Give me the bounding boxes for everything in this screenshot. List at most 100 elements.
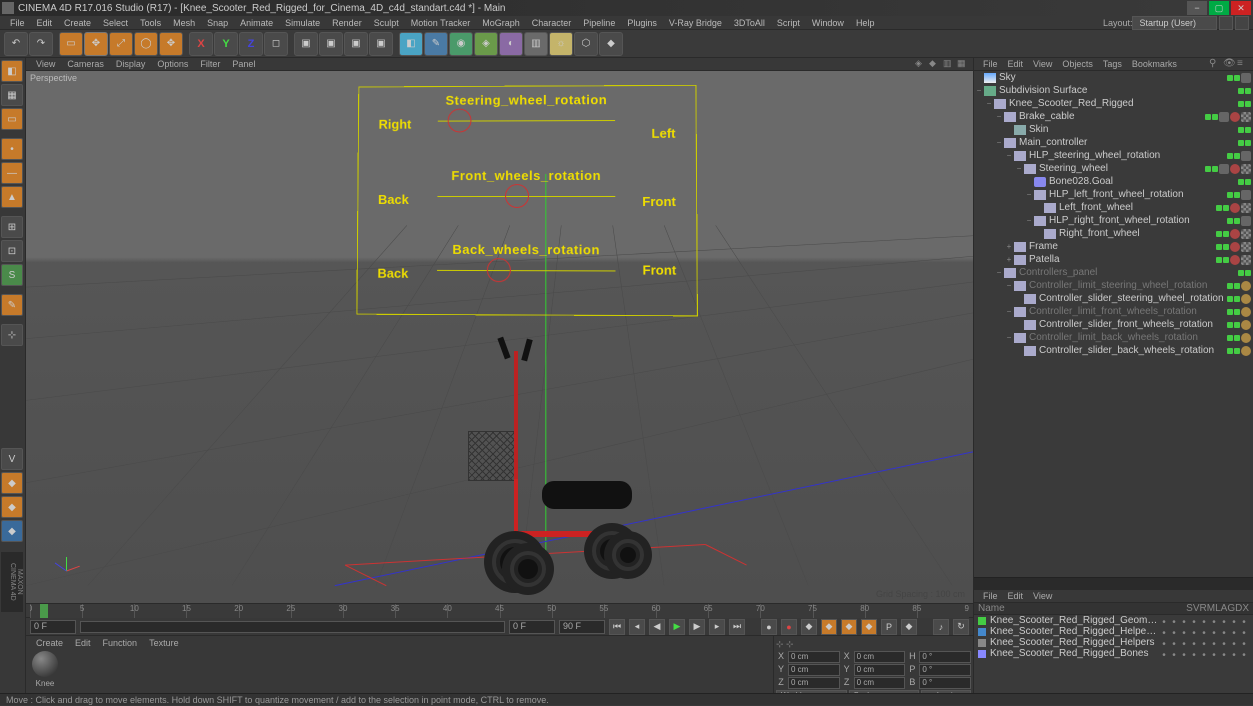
rotate-tool[interactable]: ◯ xyxy=(134,32,158,56)
scene-button[interactable]: ⬡ xyxy=(574,32,598,56)
layer-toggle-icon[interactable]: • xyxy=(1219,617,1229,625)
layer-toggle-icon[interactable]: • xyxy=(1179,650,1189,658)
matmenu-create[interactable]: Create xyxy=(30,638,69,648)
visibility-dot[interactable] xyxy=(1238,101,1244,107)
play-button[interactable]: ▶ xyxy=(669,619,685,635)
layer-toggle-icon[interactable]: • xyxy=(1229,650,1239,658)
layer-toggle-icon[interactable]: • xyxy=(1209,639,1219,647)
obj-node-knee-scooter-red-rigged[interactable]: −Knee_Scooter_Red_Rigged xyxy=(974,97,1253,110)
visibility-dot[interactable] xyxy=(1227,153,1233,159)
objmenu-objects[interactable]: Objects xyxy=(1057,59,1098,69)
layer-toggle-icon[interactable]: • xyxy=(1229,617,1239,625)
layout-config-icon[interactable] xyxy=(1219,16,1233,30)
obj-tag-icon[interactable] xyxy=(1241,229,1251,239)
primitive-button[interactable]: ◧ xyxy=(399,32,423,56)
tree-twisty[interactable]: − xyxy=(1004,333,1014,342)
visibility-dot[interactable] xyxy=(1245,179,1251,185)
sound-button[interactable]: ♪ xyxy=(933,619,949,635)
vpmenu-view[interactable]: View xyxy=(30,59,61,69)
key-rot-button[interactable]: ◆ xyxy=(861,619,877,635)
rot-h-field[interactable]: 0 ° xyxy=(919,651,971,663)
matmenu-edit[interactable]: Edit xyxy=(69,638,97,648)
obj-tag-icon[interactable] xyxy=(1241,73,1251,83)
menu-v-ray-bridge[interactable]: V-Ray Bridge xyxy=(663,18,728,28)
spline-button[interactable]: ✎ xyxy=(424,32,448,56)
obj-tag-icon[interactable] xyxy=(1241,216,1251,226)
visibility-dot[interactable] xyxy=(1234,218,1240,224)
obj-tag-icon[interactable] xyxy=(1241,307,1251,317)
select-tool[interactable]: ▭ xyxy=(59,32,83,56)
layer-toggle-icon[interactable]: • xyxy=(1169,617,1179,625)
layer-toggle-icon[interactable]: • xyxy=(1229,628,1239,636)
prev-key-button[interactable]: ◂ xyxy=(629,619,645,635)
visibility-dot[interactable] xyxy=(1234,322,1240,328)
layer-toggle-icon[interactable]: • xyxy=(1159,650,1169,658)
rot-p-field[interactable]: 0 ° xyxy=(919,664,971,676)
pos-x-field[interactable]: 0 cm xyxy=(788,651,840,663)
objmenu-view[interactable]: View xyxy=(1028,59,1057,69)
key-pos-button[interactable]: ◆ xyxy=(821,619,837,635)
knee-scooter-model[interactable] xyxy=(446,331,666,581)
visibility-dot[interactable] xyxy=(1245,270,1251,276)
range-slider[interactable] xyxy=(80,621,505,633)
maximize-button[interactable]: ▢ xyxy=(1209,1,1229,15)
layers-list[interactable]: Knee_Scooter_Red_Rigged_Geometry••••••••… xyxy=(974,615,1253,693)
menu-sculpt[interactable]: Sculpt xyxy=(368,18,405,28)
loop-button[interactable]: ↻ xyxy=(953,619,969,635)
obj-tag-icon[interactable] xyxy=(1241,294,1251,304)
layer-toggle-icon[interactable]: • xyxy=(1209,617,1219,625)
obj-node-brake-cable[interactable]: −Brake_cable xyxy=(974,110,1253,123)
layer-row[interactable]: Knee_Scooter_Red_Rigged_Helpers••••••••• xyxy=(974,637,1253,648)
layer-toggle-icon[interactable]: • xyxy=(1209,628,1219,636)
visibility-dot[interactable] xyxy=(1227,322,1233,328)
python-button[interactable]: ◆ xyxy=(599,32,623,56)
autokey-button[interactable]: ● xyxy=(781,619,797,635)
obj-tag-icon[interactable] xyxy=(1230,229,1240,239)
layer-toggle-icon[interactable]: • xyxy=(1179,617,1189,625)
menu-help[interactable]: Help xyxy=(850,18,881,28)
obj-tag-icon[interactable] xyxy=(1241,242,1251,252)
visibility-dot[interactable] xyxy=(1227,283,1233,289)
visibility-dot[interactable] xyxy=(1238,127,1244,133)
frame-to-field[interactable]: 90 F xyxy=(559,620,605,634)
tweak-button[interactable]: ✎ xyxy=(1,294,23,316)
layer-color-swatch[interactable] xyxy=(978,650,986,658)
menu-file[interactable]: File xyxy=(4,18,31,28)
redo-button[interactable]: ↷ xyxy=(29,32,53,56)
python-side-button[interactable]: ◆ xyxy=(1,520,23,542)
goto-end-button[interactable]: ⏭ xyxy=(729,619,745,635)
menu-mograph[interactable]: MoGraph xyxy=(476,18,526,28)
obj-node-steering-wheel[interactable]: −Steering_wheel xyxy=(974,162,1253,175)
layer-color-swatch[interactable] xyxy=(978,617,986,625)
coord-system-button[interactable]: ◻ xyxy=(264,32,288,56)
obj-node-sky[interactable]: Sky xyxy=(974,71,1253,84)
menu-simulate[interactable]: Simulate xyxy=(279,18,326,28)
visibility-dot[interactable] xyxy=(1238,179,1244,185)
visibility-dot[interactable] xyxy=(1223,205,1229,211)
generator-button[interactable]: ◉ xyxy=(449,32,473,56)
laymenu-file[interactable]: File xyxy=(978,591,1003,601)
prev-frame-button[interactable]: ◀ xyxy=(649,619,665,635)
layer-color-swatch[interactable] xyxy=(978,639,986,647)
obj-tag-icon[interactable] xyxy=(1241,346,1251,356)
visibility-dot[interactable] xyxy=(1234,296,1240,302)
obj-tag-icon[interactable] xyxy=(1241,255,1251,265)
menu-tools[interactable]: Tools xyxy=(134,18,167,28)
visibility-dot[interactable] xyxy=(1227,348,1233,354)
pos-z-field[interactable]: 0 cm xyxy=(788,677,840,689)
obj-node-controller-slider-steering-wheel-rotation[interactable]: Controller_slider_steering_wheel_rotatio… xyxy=(974,292,1253,305)
layer-toggle-icon[interactable]: • xyxy=(1209,650,1219,658)
tree-twisty[interactable]: − xyxy=(1014,164,1024,173)
frame-from-field[interactable]: 0 F xyxy=(30,620,76,634)
visibility-dot[interactable] xyxy=(1227,192,1233,198)
obj-node-left-front-wheel[interactable]: Left_front_wheel xyxy=(974,201,1253,214)
deformer-button[interactable]: ◈ xyxy=(474,32,498,56)
visibility-dot[interactable] xyxy=(1238,270,1244,276)
visibility-dot[interactable] xyxy=(1234,335,1240,341)
object-tree[interactable]: Sky−Subdivision Surface−Knee_Scooter_Red… xyxy=(974,71,1253,577)
polygon-mode-button[interactable]: ▲ xyxy=(1,186,23,208)
obj-tag-icon[interactable] xyxy=(1230,112,1240,122)
vray-button-icon[interactable]: V xyxy=(1,448,23,470)
menu-edit[interactable]: Edit xyxy=(31,18,59,28)
menu-pipeline[interactable]: Pipeline xyxy=(577,18,621,28)
